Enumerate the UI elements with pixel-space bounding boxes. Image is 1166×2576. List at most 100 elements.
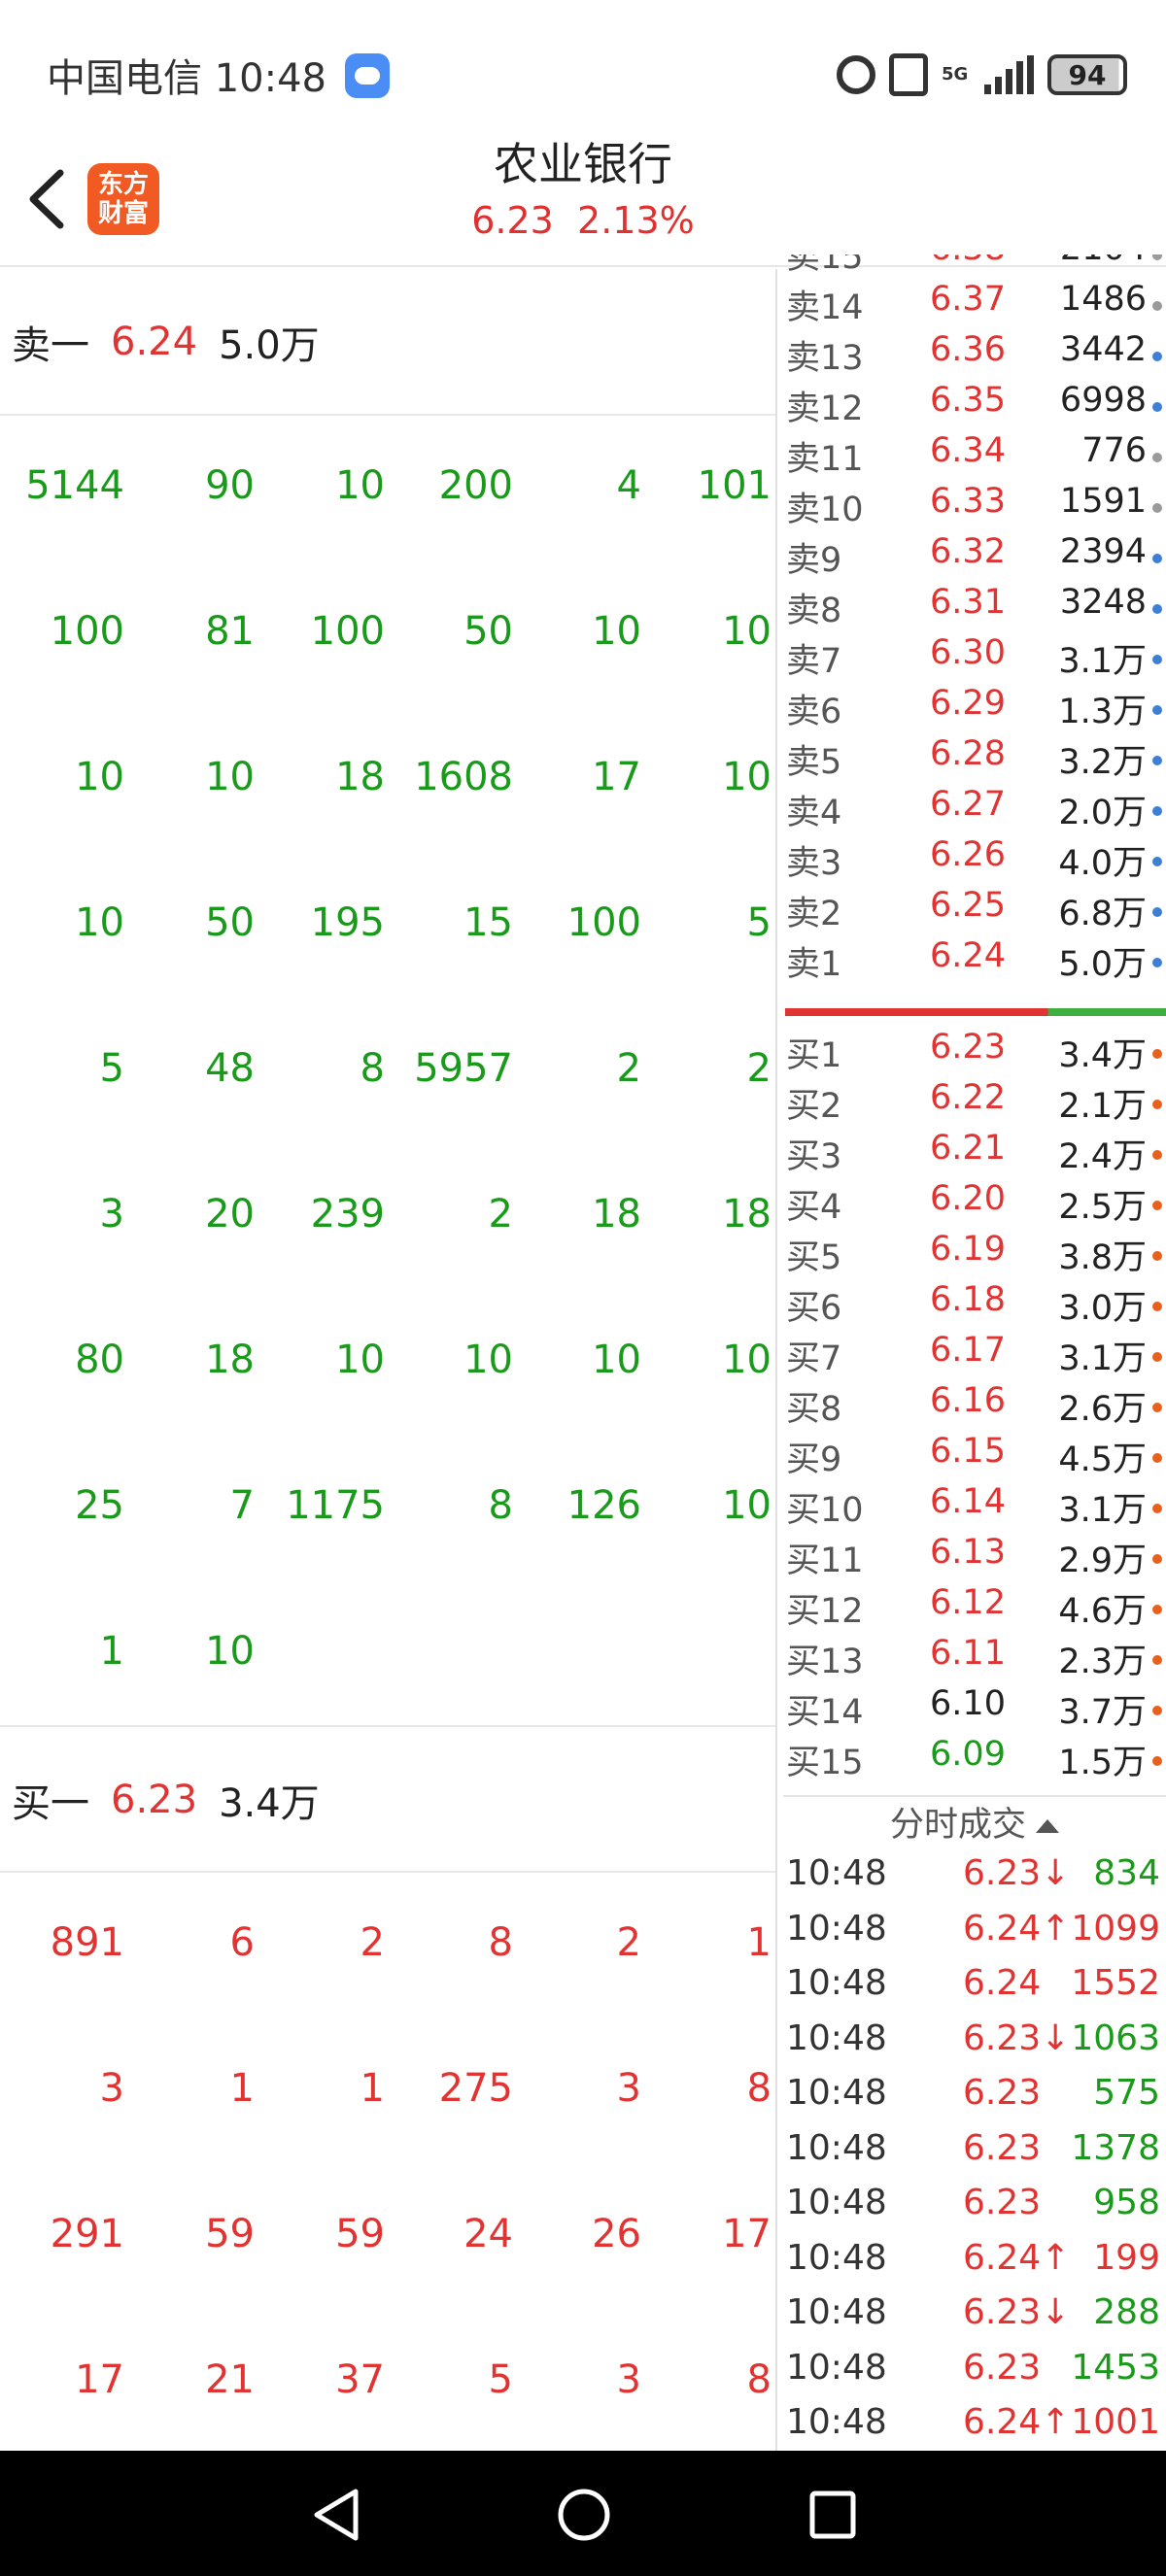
bid-row[interactable]: 买5 6.19 3.8万 [783,1230,1166,1280]
battery-level: 94 [1068,58,1107,91]
queue-cell: 3 [616,2357,641,2402]
ask-row[interactable]: 卖13 6.36 3442 [783,330,1166,381]
ask-row[interactable]: 卖6 6.29 1.3万 [783,684,1166,734]
ask-price: 6.25 [930,886,1006,925]
bid-row[interactable]: 买14 6.10 3.7万 [783,1684,1166,1735]
tick-volume: 199 [1093,2237,1160,2278]
tick-row: 10:48 6.23↓ 834 [783,1853,1166,1908]
ask-level-label: 卖12 [786,390,864,428]
queue-cell: 100 [310,609,385,654]
tick-time: 10:48 [786,2183,887,2222]
bid-row[interactable]: 买3 6.21 2.4万 [783,1129,1166,1179]
queue-cell: 18 [722,1192,772,1237]
ask-row[interactable]: 卖12 6.35 6998 [783,381,1166,431]
bid-row[interactable]: 买8 6.16 2.6万 [783,1381,1166,1432]
ask-row[interactable]: 卖15 6.38 2104 [783,254,1166,280]
queue-cell: 5144 [25,463,124,508]
tick-price: 6.23 [963,2073,1042,2113]
queue-cell: 10 [722,755,772,799]
ask-row[interactable]: 卖2 6.25 6.8万 [783,886,1166,936]
ask-dot-icon [1152,958,1162,967]
bid-level-label: 买10 [786,1491,864,1530]
queue-cell: 10 [75,755,124,799]
bid-price: 6.19 [930,1230,1006,1269]
bid-row[interactable]: 买12 6.12 4.6万 [783,1583,1166,1634]
tick-time: 10:48 [786,1853,887,1893]
ask-level-label: 卖4 [786,794,842,832]
nav-recents-icon[interactable] [808,2488,857,2542]
queue-cell: 50 [463,609,513,654]
ask-price: 6.36 [930,330,1006,369]
status-icons: 5G 94 [837,51,1127,99]
tick-trades-header[interactable]: 分时成交 [783,1795,1166,1845]
bid-level-label: 买7 [786,1339,842,1378]
queue-cell: 3 [616,2066,641,2111]
ask-dot-icon [1152,907,1162,917]
bid-row[interactable]: 买4 6.20 2.5万 [783,1179,1166,1230]
queue-cell: 8 [360,1046,385,1091]
queue-cell: 10 [592,1338,641,1382]
bid-row[interactable]: 买9 6.15 4.5万 [783,1432,1166,1482]
bid-row[interactable]: 买13 6.11 2.3万 [783,1634,1166,1684]
bid-row[interactable]: 买10 6.14 3.1万 [783,1482,1166,1533]
bid-dot-icon [1152,1403,1162,1412]
nav-home-icon[interactable] [557,2488,611,2542]
bid-volume: 2.6万 [1058,1390,1147,1429]
queue-cell: 2 [746,1046,772,1091]
tick-time: 10:48 [786,2347,887,2388]
ask-row[interactable]: 卖10 6.33 1591 [783,482,1166,532]
ask-dot-icon [1152,254,1162,260]
bid-row[interactable]: 买7 6.17 3.1万 [783,1331,1166,1381]
tick-volume: 1552 [1071,1963,1160,2003]
queue-cell: 10 [722,609,772,654]
ask-volume: 776 [1081,431,1147,470]
ask-level-label: 卖1 [786,945,842,984]
bid-price: 6.18 [930,1280,1006,1319]
tick-row: 10:48 6.23↓ 288 [783,2292,1166,2347]
buy-one-header: 买一 6.23 3.4万 [0,1727,775,1873]
sell-one-volume: 5.0万 [219,323,320,368]
queue-cell: 10 [75,900,124,945]
bid-price: 6.23 [930,1028,1006,1067]
ask-row[interactable]: 卖14 6.37 1486 [783,280,1166,330]
bid-row[interactable]: 买6 6.18 3.0万 [783,1280,1166,1331]
ask-level-label: 卖14 [786,288,864,327]
ask-row[interactable]: 卖7 6.30 3.1万 [783,633,1166,684]
queue-cell: 17 [75,2357,124,2402]
queue-cell: 10 [722,1483,772,1528]
ask-volume: 6998 [1059,381,1147,420]
ask-price: 6.37 [930,280,1006,319]
queue-cell: 10 [463,1338,513,1382]
ask-row[interactable]: 卖1 6.24 5.0万 [783,936,1166,987]
message-notification-icon [345,53,390,98]
bid-price: 6.20 [930,1179,1006,1218]
bid-row[interactable]: 买11 6.13 2.9万 [783,1533,1166,1583]
ask-row[interactable]: 卖8 6.31 3248 [783,583,1166,633]
ask-price: 6.38 [919,254,1016,268]
bid-row[interactable]: 买2 6.22 2.1万 [783,1078,1166,1129]
bid-price: 6.16 [930,1381,1006,1420]
bid-level-label: 买2 [786,1087,842,1126]
bid-volume: 3.8万 [1058,1238,1147,1277]
ask-row[interactable]: 卖3 6.26 4.0万 [783,835,1166,886]
ask-dot-icon [1152,301,1162,311]
nav-back-icon[interactable] [311,2488,360,2542]
ask-row[interactable]: 卖5 6.28 3.2万 [783,734,1166,785]
ask-row[interactable]: 卖9 6.32 2394 [783,532,1166,583]
tick-row: 10:48 6.23↓ 1063 [783,2018,1166,2073]
price-change: 6.23 2.13% [0,199,1166,242]
tick-time: 10:48 [786,2073,887,2113]
tick-time: 10:48 [786,2292,887,2332]
ask-row[interactable]: 卖4 6.27 2.0万 [783,785,1166,835]
bid-row[interactable]: 买15 6.09 1.5万 [783,1735,1166,1785]
bid-dot-icon [1152,1655,1162,1665]
tick-volume: 1453 [1071,2347,1160,2388]
ask-row[interactable]: 卖11 6.34 776 [783,431,1166,482]
tick-volume: 288 [1093,2292,1160,2332]
bid-row[interactable]: 买1 6.23 3.4万 [783,1028,1166,1078]
bid-dot-icon [1152,1150,1162,1160]
network-type: 5G [942,64,969,85]
bid-dot-icon [1152,1251,1162,1261]
ask-price: 6.30 [930,633,1006,672]
queue-cell: 20 [205,1192,255,1237]
